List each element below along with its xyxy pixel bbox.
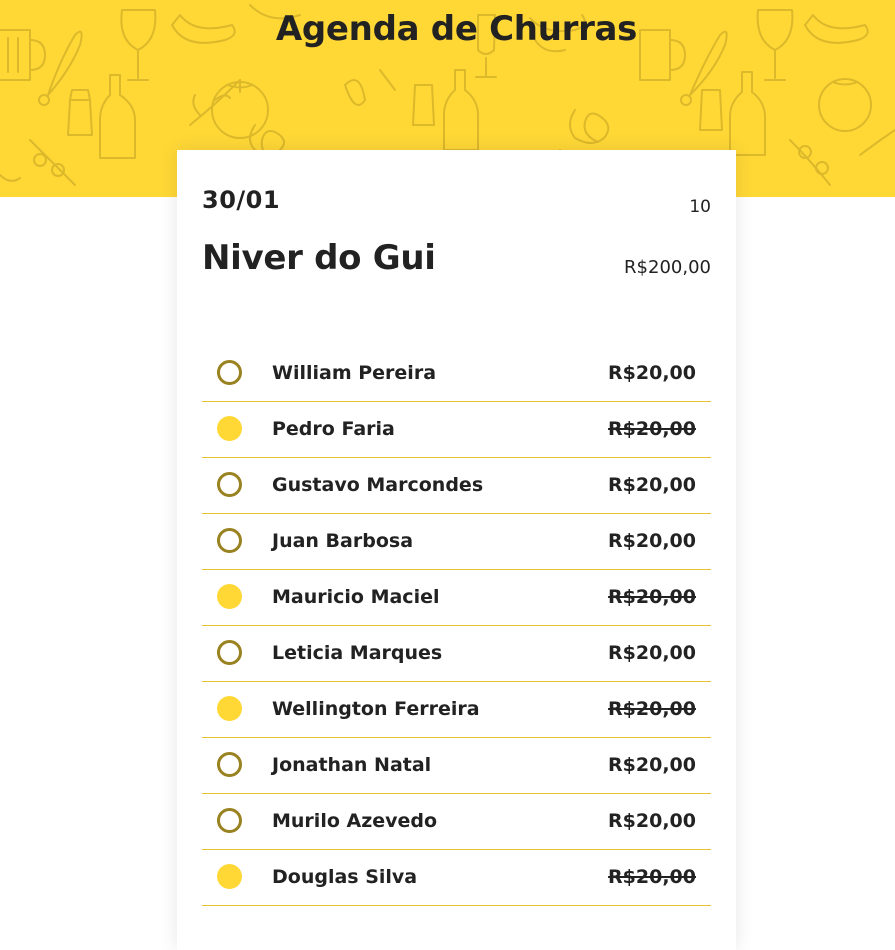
- participant-amount: R$20,00: [608, 586, 696, 608]
- participant-amount: R$20,00: [608, 810, 696, 832]
- participant-row: Juan Barbosa R$20,00: [202, 514, 711, 570]
- payment-checkbox[interactable]: [217, 528, 242, 553]
- participant-amount: R$20,00: [608, 530, 696, 552]
- payment-checkbox[interactable]: [217, 416, 242, 441]
- event-name: Niver do Gui: [202, 238, 436, 278]
- payment-checkbox[interactable]: [217, 640, 242, 665]
- participant-name: Juan Barbosa: [272, 530, 414, 552]
- participant-amount: R$20,00: [608, 698, 696, 720]
- participant-row: Murilo Azevedo R$20,00: [202, 794, 711, 850]
- participant-amount: R$20,00: [608, 866, 696, 888]
- participant-name: Leticia Marques: [272, 642, 443, 664]
- participant-amount: R$20,00: [608, 474, 696, 496]
- payment-checkbox[interactable]: [217, 752, 242, 777]
- participant-name: Murilo Azevedo: [272, 810, 438, 832]
- participant-row: Jonathan Natal R$20,00: [202, 738, 711, 794]
- participant-amount: R$20,00: [608, 642, 696, 664]
- participant-row: Mauricio Maciel R$20,00: [202, 570, 711, 626]
- payment-checkbox[interactable]: [217, 864, 242, 889]
- participant-amount: R$20,00: [608, 754, 696, 776]
- participant-name: Douglas Silva: [272, 866, 418, 888]
- payment-checkbox[interactable]: [217, 584, 242, 609]
- payment-checkbox[interactable]: [217, 696, 242, 721]
- payment-checkbox[interactable]: [217, 808, 242, 833]
- participant-name: Wellington Ferreira: [272, 698, 480, 720]
- page-title: Agenda de Churras: [275, 9, 638, 49]
- participant-name: Jonathan Natal: [272, 754, 432, 776]
- participant-name: Pedro Faria: [272, 418, 395, 440]
- event-total: R$200,00: [624, 257, 711, 278]
- participant-row: Douglas Silva R$20,00: [202, 850, 711, 906]
- participant-amount: R$20,00: [608, 362, 696, 384]
- event-card: 30/01 10 Niver do Gui R$200,00 William P…: [177, 150, 736, 950]
- participant-name: Mauricio Maciel: [272, 586, 440, 608]
- participant-amount: R$20,00: [608, 418, 696, 440]
- participant-name: Gustavo Marcondes: [272, 474, 484, 496]
- payment-checkbox[interactable]: [217, 360, 242, 385]
- event-date: 30/01: [202, 186, 281, 214]
- participant-name: William Pereira: [272, 362, 437, 384]
- participant-row: Leticia Marques R$20,00: [202, 626, 711, 682]
- participant-count: 10: [689, 197, 711, 217]
- participant-row: Wellington Ferreira R$20,00: [202, 682, 711, 738]
- participant-row: Gustavo Marcondes R$20,00: [202, 458, 711, 514]
- participant-list: William Pereira R$20,00 Pedro Faria R$20…: [202, 346, 711, 906]
- participant-row: Pedro Faria R$20,00: [202, 402, 711, 458]
- payment-checkbox[interactable]: [217, 472, 242, 497]
- participant-row: William Pereira R$20,00: [202, 346, 711, 402]
